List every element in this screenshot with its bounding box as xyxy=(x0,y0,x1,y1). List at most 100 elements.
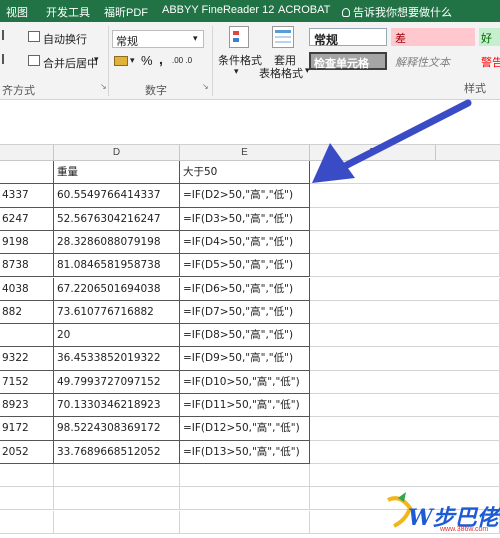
merge-center-button[interactable]: 合并后居中 xyxy=(43,55,98,71)
table-row: 882 73.610776716882 =IF(D7>50,"高","低") xyxy=(0,300,500,325)
cell-f[interactable] xyxy=(310,300,500,325)
column-header-d[interactable]: D xyxy=(54,145,180,161)
cell-c[interactable] xyxy=(0,161,54,185)
style-good[interactable]: 好 xyxy=(479,28,500,46)
cell-c[interactable] xyxy=(0,324,54,348)
cell-e[interactable]: =IF(D3>50,"高","低") xyxy=(180,207,310,231)
currency-icon[interactable] xyxy=(114,56,128,66)
percent-button[interactable]: % xyxy=(141,53,153,68)
table-format-button[interactable]: 表格格式 xyxy=(259,65,303,81)
alignment-launcher-icon[interactable]: ↘ xyxy=(100,82,107,91)
table-row: 重量 大于50 xyxy=(0,161,500,185)
cell-d[interactable]: 20 xyxy=(54,324,180,348)
cell-e[interactable]: =IF(D2>50,"高","低") xyxy=(180,184,310,208)
cell-f[interactable] xyxy=(310,184,500,208)
cell-f[interactable] xyxy=(310,230,500,255)
cell-e[interactable]: =IF(D13>50,"高","低") xyxy=(180,440,310,464)
tab-developer[interactable]: 开发工具 xyxy=(46,4,90,20)
cell-d[interactable]: 60.5549766414337 xyxy=(54,184,180,208)
cell-c[interactable]: 2052 xyxy=(0,440,54,464)
cell-d[interactable]: 67.2206501694038 xyxy=(54,277,180,301)
cell-c[interactable]: 9322 xyxy=(0,347,54,371)
tab-acrobat[interactable]: ACROBAT xyxy=(278,4,330,16)
cell-c[interactable]: 7152 xyxy=(0,370,54,394)
cell-f[interactable] xyxy=(310,463,500,488)
wrap-text-icon xyxy=(28,31,40,42)
indent-icon[interactable] xyxy=(2,30,10,40)
cell-e[interactable]: =IF(D5>50,"高","低") xyxy=(180,254,310,278)
column-header-f[interactable]: F xyxy=(310,145,436,161)
cell-c[interactable]: 4337 xyxy=(0,184,54,208)
style-bad[interactable]: 差 xyxy=(391,28,475,46)
cell-d[interactable] xyxy=(54,463,180,488)
cell-e[interactable] xyxy=(180,487,310,511)
cell-f[interactable] xyxy=(310,254,500,278)
cell-d[interactable] xyxy=(54,510,180,534)
cell-c[interactable]: 9172 xyxy=(0,417,54,441)
tab-abbyy[interactable]: ABBYY FineReader 12 xyxy=(162,4,274,16)
style-check-cell[interactable]: 检查单元格 xyxy=(309,52,387,70)
cell-c[interactable]: 8923 xyxy=(0,394,54,418)
cell-e[interactable]: =IF(D8>50,"高","低") xyxy=(180,324,310,348)
style-normal[interactable]: 常规 xyxy=(309,28,387,47)
tab-view[interactable]: 视图 xyxy=(6,4,28,20)
tell-me-search[interactable]: 告诉我你想要做什么 xyxy=(342,4,452,20)
cell-f[interactable] xyxy=(310,417,500,441)
style-warning-label: 警告 xyxy=(481,57,500,69)
cell-d[interactable]: 28.3286088079198 xyxy=(54,230,180,255)
tab-foxit-pdf[interactable]: 福昕PDF xyxy=(104,4,148,20)
cell-f[interactable] xyxy=(310,324,500,348)
cell-c[interactable] xyxy=(0,510,54,534)
conditional-format-button[interactable]: 条件格式 xyxy=(218,52,262,68)
cell-c[interactable]: 8738 xyxy=(0,254,54,278)
cell-d[interactable] xyxy=(54,487,180,511)
comma-button[interactable]: , xyxy=(159,51,163,67)
cell-d[interactable]: 52.5676304216247 xyxy=(54,207,180,231)
cell-f[interactable] xyxy=(310,207,500,231)
cell-c[interactable]: 882 xyxy=(0,300,54,325)
style-group-label: 样式 xyxy=(464,83,486,95)
style-explanatory[interactable]: 解释性文本 xyxy=(391,52,475,70)
cell-d[interactable]: 98.5224308369172 xyxy=(54,417,180,441)
cell-f[interactable] xyxy=(310,161,500,185)
wrap-text-button[interactable]: 自动换行 xyxy=(43,31,87,47)
cell-f[interactable] xyxy=(310,394,500,418)
cell-f[interactable] xyxy=(310,440,500,464)
cell-c[interactable] xyxy=(0,463,54,488)
column-header-e[interactable]: E xyxy=(180,145,310,161)
cell-e[interactable]: =IF(D9>50,"高","低") xyxy=(180,347,310,371)
cell-d[interactable]: 73.610776716882 xyxy=(54,300,180,325)
cell-e[interactable] xyxy=(180,510,310,534)
merge-center-dropdown-icon[interactable]: ▾ xyxy=(94,54,99,65)
cell-f[interactable] xyxy=(310,277,500,301)
cell-e[interactable]: =IF(D11>50,"高","低") xyxy=(180,394,310,418)
cell-d[interactable]: 36.4533852019322 xyxy=(54,347,180,371)
outdent-icon[interactable] xyxy=(2,54,10,64)
cell-e[interactable] xyxy=(180,463,310,488)
cell-c[interactable]: 9198 xyxy=(0,230,54,255)
cell-c[interactable]: 6247 xyxy=(0,207,54,231)
cell-c[interactable]: 4038 xyxy=(0,277,54,301)
decimal-buttons[interactable]: .00 .0 xyxy=(172,56,192,65)
cell-e[interactable]: =IF(D4>50,"高","低") xyxy=(180,230,310,255)
cell-d[interactable]: 70.1330346218923 xyxy=(54,394,180,418)
cell-e[interactable]: =IF(D10>50,"高","低") xyxy=(180,370,310,394)
cell-e[interactable]: =IF(D12>50,"高","低") xyxy=(180,417,310,441)
style-warning[interactable]: 警告 xyxy=(479,52,500,70)
number-format-select[interactable]: 常规 ▾ xyxy=(112,30,204,48)
number-launcher-icon[interactable]: ↘ xyxy=(202,82,209,91)
cell-c[interactable] xyxy=(0,487,54,511)
cell-d[interactable]: 33.7689668512052 xyxy=(54,440,180,464)
cell-d[interactable]: 重量 xyxy=(54,161,180,185)
column-header-c[interactable] xyxy=(0,145,54,161)
cell-f[interactable] xyxy=(310,347,500,371)
ribbon: 自动换行 合并后居中 ▾ 齐方式 ↘ 常规 ▾ ▾ % , .00 .0 数字 … xyxy=(0,22,500,100)
cell-e[interactable]: 大于50 xyxy=(180,161,310,185)
conditional-format-dropdown-icon[interactable]: ▾ xyxy=(234,66,239,77)
cell-e[interactable]: =IF(D7>50,"高","低") xyxy=(180,300,310,325)
cell-d[interactable]: 81.0846581958738 xyxy=(54,254,180,278)
cell-f[interactable] xyxy=(310,370,500,394)
currency-dropdown-icon[interactable]: ▾ xyxy=(130,55,135,66)
cell-d[interactable]: 49.7993727097152 xyxy=(54,370,180,394)
cell-e[interactable]: =IF(D6>50,"高","低") xyxy=(180,277,310,301)
